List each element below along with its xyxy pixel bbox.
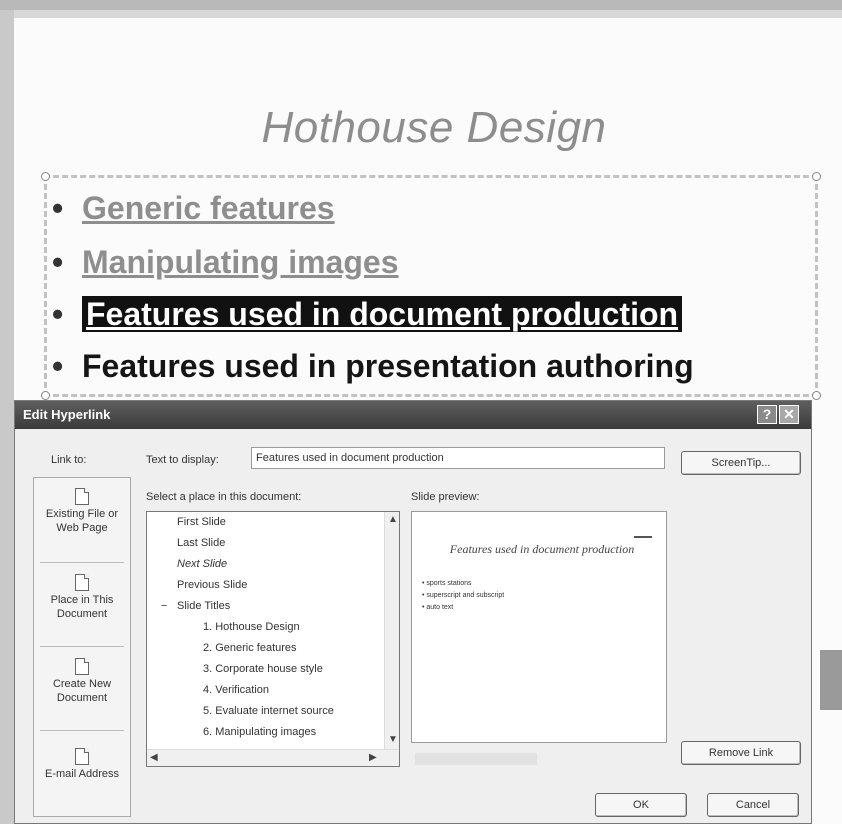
list-item[interactable]: First Slide bbox=[177, 516, 226, 528]
document-place-list[interactable]: First Slide Last Slide Next Slide Previo… bbox=[146, 511, 400, 767]
nav-item-label: Existing File or Web Page bbox=[45, 508, 119, 534]
resize-handle-top-right[interactable] bbox=[812, 172, 821, 181]
list-item[interactable]: Previous Slide bbox=[177, 579, 247, 591]
nav-separator bbox=[40, 646, 124, 647]
list-item[interactable]: 1. Hothouse Design bbox=[203, 621, 300, 633]
nav-separator bbox=[40, 562, 124, 563]
bullet-marker: • bbox=[52, 296, 64, 332]
slide-preview-label: Slide preview: bbox=[411, 491, 480, 503]
email-icon bbox=[75, 748, 89, 765]
list-item[interactable]: 5. Evaluate internet source bbox=[203, 705, 334, 717]
nav-separator bbox=[40, 730, 124, 731]
bullet-link-text[interactable]: Manipulating images bbox=[82, 244, 398, 280]
close-button[interactable]: ✕ bbox=[779, 405, 799, 424]
list-vertical-scrollbar[interactable]: ▲ ▼ bbox=[384, 512, 399, 750]
scroll-up-icon[interactable]: ▲ bbox=[388, 514, 398, 525]
resize-handle-bottom-left[interactable] bbox=[41, 391, 50, 400]
list-item[interactable]: 3. Corporate house style bbox=[203, 663, 323, 675]
preview-bullet: • superscript and subscript bbox=[422, 592, 505, 599]
bullet-marker: • bbox=[52, 348, 64, 384]
scroll-down-icon[interactable]: ▼ bbox=[388, 734, 398, 745]
remove-link-button[interactable]: Remove Link bbox=[681, 741, 801, 765]
list-item[interactable]: 6. Manipulating images bbox=[203, 726, 316, 738]
slide-preview: Features used in document production • s… bbox=[411, 511, 667, 743]
preview-bullet: • sports stations bbox=[422, 580, 472, 587]
list-item[interactable]: 2. Generic features bbox=[203, 642, 297, 654]
nav-item-label: Place in This Document bbox=[50, 594, 114, 620]
bullet-item[interactable]: • Features used in presentation authoring bbox=[52, 348, 694, 385]
cancel-button[interactable]: Cancel bbox=[707, 793, 799, 817]
web-page-icon bbox=[75, 488, 89, 505]
edit-hyperlink-dialog: Edit Hyperlink ? ✕ Link to: Text to disp… bbox=[14, 400, 812, 824]
link-to-panel: Existing File or Web Page Place in This … bbox=[33, 477, 131, 817]
dialog-title-bar[interactable]: Edit Hyperlink ? ✕ bbox=[15, 401, 811, 429]
document-place-icon bbox=[75, 574, 89, 591]
nav-item-label: Create New Document bbox=[52, 678, 112, 704]
preview-bullet: • auto text bbox=[422, 604, 454, 611]
background-panel-edge bbox=[820, 650, 842, 710]
nav-item-label: E-mail Address bbox=[45, 768, 119, 780]
screentip-button[interactable]: ScreenTip... bbox=[681, 451, 801, 475]
preview-slide-title: Features used in document production bbox=[449, 542, 635, 556]
selected-bullet-text[interactable]: Features used in document production bbox=[82, 296, 683, 332]
resize-handle-bottom-right[interactable] bbox=[812, 391, 821, 400]
bullet-item-selected[interactable]: • Features used in document production bbox=[52, 296, 683, 333]
scroll-right-icon[interactable]: ▶ bbox=[369, 752, 377, 763]
text-to-display-input[interactable]: Features used in document production bbox=[251, 447, 665, 469]
list-item[interactable]: Slide Titles bbox=[177, 600, 230, 612]
collapse-toggle-icon[interactable]: − bbox=[161, 600, 167, 612]
preview-slide-marker bbox=[634, 536, 652, 538]
list-item[interactable]: Last Slide bbox=[177, 537, 225, 549]
window-top-bar bbox=[0, 0, 842, 10]
list-item[interactable]: 4. Verification bbox=[203, 684, 269, 696]
bullet-marker: • bbox=[52, 244, 64, 280]
new-document-icon bbox=[75, 658, 89, 675]
scroll-left-icon[interactable]: ◀ bbox=[150, 752, 158, 763]
link-to-email[interactable]: E-mail Address bbox=[34, 748, 130, 781]
bullet-link-text[interactable]: Generic features bbox=[82, 190, 335, 226]
select-place-label: Select a place in this document: bbox=[146, 491, 302, 503]
link-to-new-document[interactable]: Create New Document bbox=[34, 658, 130, 705]
slide-title[interactable]: Hothouse Design bbox=[0, 103, 842, 153]
dialog-title: Edit Hyperlink bbox=[23, 407, 111, 422]
list-item[interactable]: Next Slide bbox=[177, 558, 227, 570]
help-button[interactable]: ? bbox=[757, 405, 777, 424]
bullet-text[interactable]: Features used in presentation authoring bbox=[82, 348, 694, 384]
bullet-item[interactable]: • Manipulating images bbox=[52, 244, 398, 281]
link-to-label: Link to: bbox=[51, 454, 87, 466]
link-to-place-in-document[interactable]: Place in This Document bbox=[34, 574, 130, 621]
text-to-display-label: Text to display: bbox=[146, 454, 219, 466]
preview-option-disabled bbox=[415, 753, 537, 765]
bullet-marker: • bbox=[52, 190, 64, 226]
list-horizontal-scrollbar[interactable]: ◀ ▶ bbox=[147, 749, 399, 766]
resize-handle-top-left[interactable] bbox=[41, 172, 50, 181]
ok-button[interactable]: OK bbox=[595, 793, 687, 817]
bullet-item[interactable]: • Generic features bbox=[52, 190, 335, 227]
link-to-existing-file[interactable]: Existing File or Web Page bbox=[34, 488, 130, 535]
